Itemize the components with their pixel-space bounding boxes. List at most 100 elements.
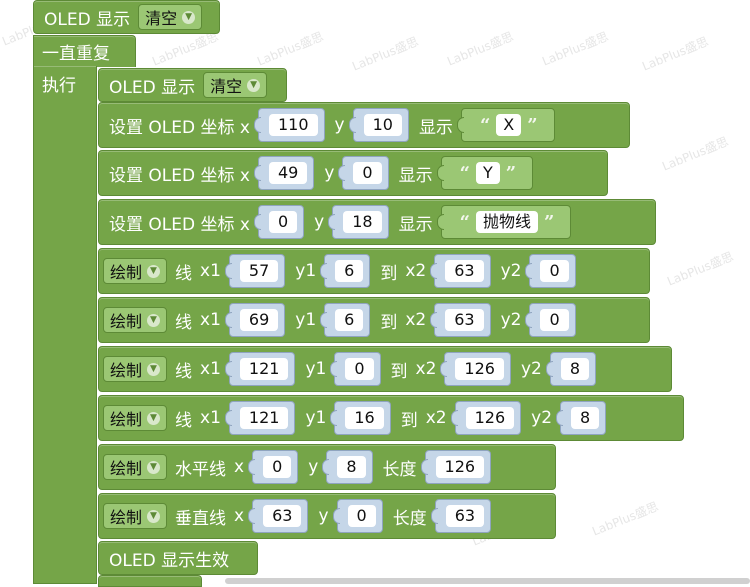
text-string-block[interactable]: “ X ” xyxy=(456,108,555,142)
draw-dropdown[interactable]: 绘制 ▼ xyxy=(103,356,168,382)
number-field[interactable]: 0 xyxy=(345,358,374,380)
number-field[interactable]: 63 xyxy=(445,260,484,282)
number-field[interactable]: 0 xyxy=(263,456,292,478)
clear-dropdown[interactable]: 清空 ▼ xyxy=(138,4,203,30)
y-number-slot[interactable]: 10 xyxy=(348,108,409,142)
horizontal-scrollbar[interactable] xyxy=(225,578,750,584)
text-string-block[interactable]: “ Y ” xyxy=(436,156,534,190)
forever-loop-block[interactable]: 一直重复 xyxy=(33,35,136,67)
set-oled-position-block[interactable]: 设置 OLED 坐标 x 49 y 0 显示 “ Y ” xyxy=(98,150,608,196)
number-field[interactable]: 126 xyxy=(465,407,515,429)
number-field[interactable]: 0 xyxy=(347,505,376,527)
y2-number-slot[interactable]: 0 xyxy=(525,303,576,337)
number-field[interactable]: 126 xyxy=(455,358,504,380)
number-field[interactable]: 8 xyxy=(571,407,600,429)
set-oled-position-block[interactable]: 设置 OLED 坐标 x 0 y 18 显示 “ 抛物线 ” xyxy=(98,199,656,245)
draw-dropdown[interactable]: 绘制 ▼ xyxy=(103,307,168,333)
y1-number-slot[interactable]: 16 xyxy=(330,401,391,435)
y2-label: y2 xyxy=(500,261,522,281)
x-number-slot[interactable]: 63 xyxy=(248,499,309,533)
x-number-slot[interactable]: 0 xyxy=(253,205,305,239)
number-field[interactable]: 49 xyxy=(268,162,308,184)
draw-line-block[interactable]: 绘制 ▼ 线 x1 121 y1 0 到 x2 126 y2 8 xyxy=(98,346,672,392)
set-oled-position-block[interactable]: 设置 OLED 坐标 x 110 y 10 显示 “ X ” xyxy=(98,102,630,148)
draw-line-block[interactable]: 绘制 ▼ 线 x1 69 y1 6 到 x2 63 y2 0 xyxy=(98,297,650,343)
number-field[interactable]: 126 xyxy=(435,456,485,478)
text-field[interactable]: X xyxy=(496,114,522,136)
open-quote-icon: “ xyxy=(459,162,470,184)
y1-number-slot[interactable]: 6 xyxy=(320,254,371,288)
y1-number-slot[interactable]: 0 xyxy=(330,352,381,386)
clear-dropdown[interactable]: 清空 ▼ xyxy=(203,72,268,98)
number-field[interactable]: 8 xyxy=(337,456,366,478)
number-field[interactable]: 69 xyxy=(239,309,279,331)
number-field[interactable]: 121 xyxy=(239,407,289,429)
number-field[interactable]: 10 xyxy=(363,114,402,136)
x1-number-slot[interactable]: 121 xyxy=(224,352,296,386)
number-field[interactable]: 8 xyxy=(560,358,590,380)
y-number-slot[interactable]: 0 xyxy=(338,156,389,190)
vline-label: 垂直线 xyxy=(175,508,227,529)
chevron-down-icon: ▼ xyxy=(247,78,261,92)
x-number-slot[interactable]: 0 xyxy=(248,450,299,484)
watermark: LabPlus盛思 xyxy=(445,29,516,69)
draw-line-block[interactable]: 绘制 ▼ 线 x1 121 y1 16 到 x2 126 y2 8 xyxy=(98,395,684,441)
number-field[interactable]: 6 xyxy=(335,309,364,331)
line-label: 线 xyxy=(175,361,193,382)
length-number-slot[interactable]: 126 xyxy=(420,450,492,484)
number-field[interactable]: 0 xyxy=(540,260,569,282)
number-field[interactable]: 63 xyxy=(445,505,485,527)
x1-number-slot[interactable]: 57 xyxy=(224,254,286,288)
number-field[interactable]: 63 xyxy=(263,505,302,527)
length-label: 长度 xyxy=(392,508,427,529)
chevron-down-icon: ▼ xyxy=(147,264,161,278)
x-number-slot[interactable]: 49 xyxy=(253,156,315,190)
number-field[interactable]: 6 xyxy=(335,260,364,282)
x2-number-slot[interactable]: 63 xyxy=(430,254,491,288)
next-block-partial[interactable] xyxy=(98,575,202,587)
draw-vline-block[interactable]: 绘制 ▼ 垂直线 x 63 y 0 长度 63 xyxy=(98,493,556,539)
x1-number-slot[interactable]: 121 xyxy=(224,401,296,435)
number-field[interactable]: 110 xyxy=(268,114,318,136)
watermark: LabPlus盛思 xyxy=(590,499,661,539)
y1-number-slot[interactable]: 6 xyxy=(320,303,371,337)
number-field[interactable]: 63 xyxy=(445,309,484,331)
y-number-slot[interactable]: 8 xyxy=(322,450,373,484)
number-field[interactable]: 57 xyxy=(239,260,279,282)
chevron-down-icon: ▼ xyxy=(147,411,161,425)
number-field[interactable]: 16 xyxy=(345,407,384,429)
text-field[interactable]: 抛物线 xyxy=(475,211,538,233)
number-field[interactable]: 0 xyxy=(540,309,569,331)
y2-number-slot[interactable]: 8 xyxy=(556,401,607,435)
block-label: 设置 OLED 坐标 x xyxy=(109,117,250,138)
y-number-slot[interactable]: 18 xyxy=(328,205,389,239)
x-number-slot[interactable]: 110 xyxy=(253,108,325,142)
text-string-block[interactable]: “ 抛物线 ” xyxy=(436,205,572,239)
draw-dropdown[interactable]: 绘制 ▼ xyxy=(103,454,168,480)
length-number-slot[interactable]: 63 xyxy=(430,499,492,533)
x1-number-slot[interactable]: 69 xyxy=(224,303,286,337)
oled-clear-block[interactable]: OLED 显示 清空 ▼ xyxy=(98,68,287,102)
x2-label: x2 xyxy=(405,261,427,281)
draw-hline-block[interactable]: 绘制 ▼ 水平线 x 0 y 8 长度 126 xyxy=(98,444,556,490)
number-field[interactable]: 18 xyxy=(343,211,382,233)
y-number-slot[interactable]: 0 xyxy=(332,499,383,533)
x2-number-slot[interactable]: 126 xyxy=(440,352,511,386)
y2-number-slot[interactable]: 8 xyxy=(545,352,597,386)
oled-clear-block-top[interactable]: OLED 显示 清空 ▼ xyxy=(33,0,220,34)
draw-line-block[interactable]: 绘制 ▼ 线 x1 57 y1 6 到 x2 63 y2 0 xyxy=(98,248,650,294)
block-label: OLED 显示 xyxy=(44,9,131,30)
draw-dropdown[interactable]: 绘制 ▼ xyxy=(103,503,168,529)
text-field[interactable]: Y xyxy=(475,162,500,184)
number-field[interactable]: 0 xyxy=(268,211,298,233)
y2-number-slot[interactable]: 0 xyxy=(525,254,576,288)
draw-dropdown[interactable]: 绘制 ▼ xyxy=(103,258,168,284)
y1-label: y1 xyxy=(305,408,327,428)
x2-number-slot[interactable]: 63 xyxy=(430,303,491,337)
x2-number-slot[interactable]: 126 xyxy=(450,401,522,435)
close-quote-icon: ” xyxy=(527,114,538,136)
number-field[interactable]: 0 xyxy=(353,162,382,184)
draw-dropdown[interactable]: 绘制 ▼ xyxy=(103,405,168,431)
number-field[interactable]: 121 xyxy=(239,358,289,380)
oled-apply-block[interactable]: OLED 显示生效 xyxy=(98,541,258,575)
